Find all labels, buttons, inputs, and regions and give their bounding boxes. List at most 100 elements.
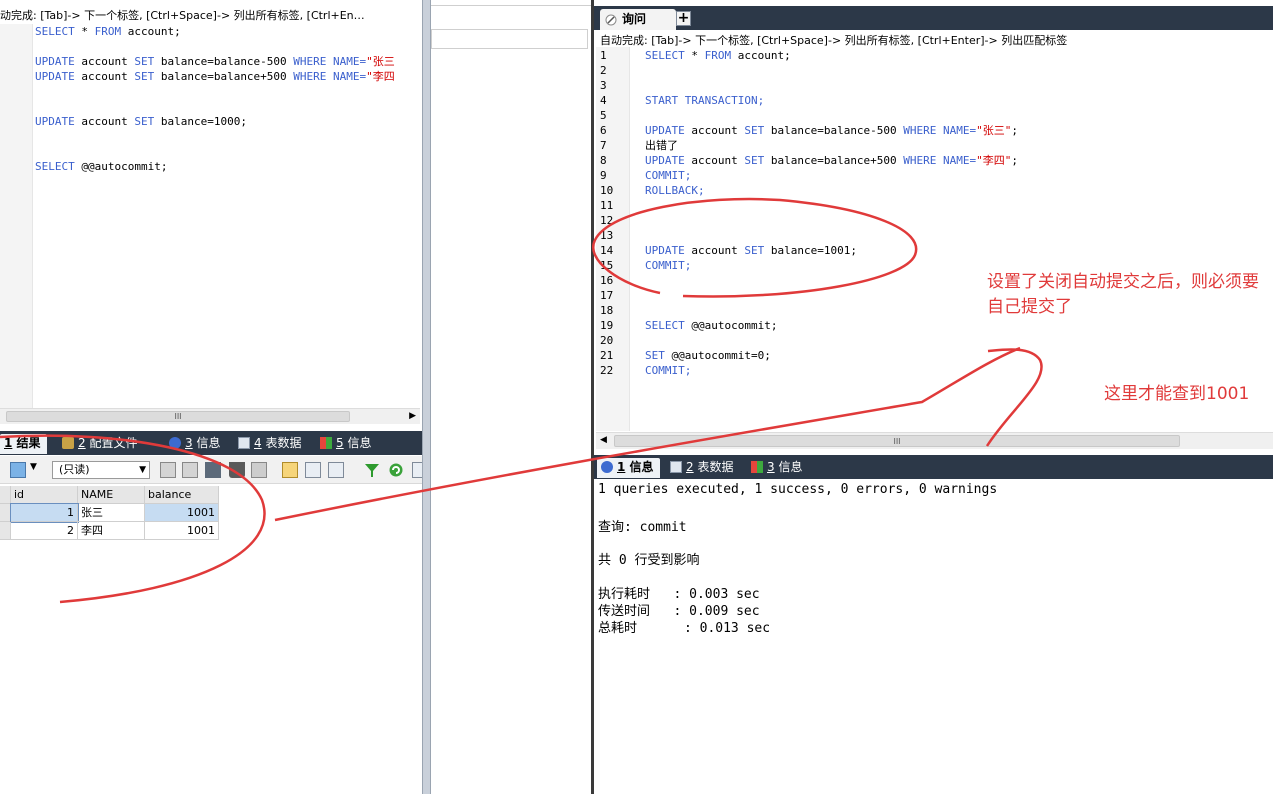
- line-number: 21: [600, 349, 614, 362]
- left-sql-editor[interactable]: SELECT * FROM account; UPDATE account SE…: [35, 24, 420, 408]
- code-token: START TRANSACTION;: [645, 94, 765, 107]
- column-header[interactable]: id: [11, 486, 78, 504]
- table-row[interactable]: 1 张三 1001: [0, 503, 220, 523]
- code-line: START TRANSACTION;: [645, 93, 1265, 108]
- code-token: balance=balance-500: [770, 124, 904, 137]
- code-token: ;: [1011, 154, 1019, 167]
- code-token: UPDATE: [35, 115, 82, 128]
- info5-tab-label: 信息: [343, 436, 372, 450]
- table-cell[interactable]: 1: [10, 503, 79, 523]
- profile-tab-label: 配置文件: [85, 436, 138, 450]
- left-autocomplete-hint: 动完成: [Tab]-> 下一个标签, [Ctrl+Space]-> 列出所有标…: [0, 7, 422, 23]
- left-horizontal-scrollbar[interactable]: III ▶: [0, 408, 420, 424]
- line-number: 13: [600, 229, 614, 242]
- code-line: UPDATE account SET balance=balance-500 W…: [35, 54, 420, 69]
- info5-tab-num: 5: [336, 436, 344, 450]
- table-cell[interactable]: 2: [11, 522, 78, 540]
- code-line: SET @@autocommit=0;: [645, 348, 1265, 363]
- info-icon: [601, 461, 613, 473]
- table-header-row: id NAME balance: [0, 486, 220, 504]
- code-line: UPDATE account SET balance=balance+500 W…: [645, 153, 1265, 168]
- result-tab-label: 结果: [12, 436, 41, 450]
- row-selector[interactable]: [0, 504, 11, 522]
- code-line: UPDATE account SET balance=1000;: [35, 114, 420, 129]
- code-token: account: [81, 115, 135, 128]
- line-number: 1: [600, 49, 607, 62]
- table-cell[interactable]: 1001: [145, 504, 219, 522]
- right-horizontal-scrollbar[interactable]: ◀ III: [596, 432, 1273, 449]
- code-token: account: [81, 55, 135, 68]
- left-result-tabs: 1 结果 2 配置文件 3 信息 4 表数据 5 信息: [0, 431, 422, 455]
- line-number: 12: [600, 214, 614, 227]
- line-numbers: 1 2 3 4 5 6 7 8 9 10 11 12 13 14 15 16 17 18 19 20 21 22: [596, 48, 630, 378]
- code-token: SET: [744, 244, 771, 257]
- code-token: @@autocommit;: [81, 160, 168, 173]
- line-number: 2: [600, 64, 607, 77]
- export-icon[interactable]: [10, 462, 26, 478]
- row-selector[interactable]: [0, 486, 11, 504]
- text-view-icon[interactable]: [328, 462, 344, 478]
- tab-profile[interactable]: 2 配置文件: [58, 434, 143, 454]
- grid-view-icon[interactable]: [282, 462, 298, 478]
- filter-icon[interactable]: [364, 462, 380, 478]
- code-token: SET: [744, 124, 771, 137]
- table-cell[interactable]: 张三: [78, 504, 145, 522]
- tab-table-data[interactable]: 4 表数据: [234, 434, 307, 454]
- column-header[interactable]: balance: [145, 486, 219, 504]
- code-token: UPDATE: [35, 55, 82, 68]
- code-line: SELECT * FROM account;: [645, 48, 1265, 63]
- code-token: WHERE: [903, 154, 944, 167]
- code-token: UPDATE: [645, 154, 692, 167]
- tab-table-data[interactable]: 2 表数据: [666, 458, 739, 478]
- scroll-right-arrow-icon[interactable]: ▶: [409, 411, 416, 421]
- line-number: 3: [600, 79, 607, 92]
- tab-info-1[interactable]: 1 信息: [597, 458, 660, 478]
- code-line: SELECT @@autocommit;: [35, 159, 420, 174]
- table-row[interactable]: 2 李四 1001: [0, 522, 220, 540]
- info1-tab-label: 信息: [625, 460, 654, 474]
- line-number: 15: [600, 259, 614, 272]
- query-tab-bar: [594, 6, 1273, 30]
- refresh-icon[interactable]: [388, 462, 404, 478]
- add-tab-button[interactable]: +: [676, 11, 691, 26]
- scrollbar-thumb[interactable]: III: [6, 411, 350, 422]
- scrollbar-thumb[interactable]: III: [614, 435, 1180, 447]
- right-sql-editor[interactable]: SELECT * FROM account; START TRANSACTION…: [645, 48, 1265, 378]
- middle-filter-input[interactable]: [431, 29, 588, 49]
- table-cell[interactable]: 1001: [145, 522, 219, 540]
- code-token: "张三: [366, 55, 395, 68]
- code-token: *: [691, 49, 705, 62]
- scroll-left-arrow-icon[interactable]: ◀: [600, 435, 607, 445]
- copy-row-icon[interactable]: [160, 462, 176, 478]
- code-token: SET: [645, 349, 672, 362]
- readonly-select[interactable]: (只读) ▼: [52, 461, 150, 479]
- readonly-select-value: (只读): [59, 463, 90, 476]
- discard-icon[interactable]: [251, 462, 267, 478]
- form-view-icon[interactable]: [305, 462, 321, 478]
- code-token: @@autocommit;: [691, 319, 778, 332]
- pane-splitter[interactable]: [422, 0, 431, 794]
- code-token: "李四: [366, 70, 395, 83]
- code-token: SELECT: [35, 160, 82, 173]
- code-token: UPDATE: [35, 70, 82, 83]
- tab-info-3[interactable]: 3 信息: [165, 434, 226, 454]
- tab-result[interactable]: 1 结果: [0, 434, 47, 454]
- table-cell[interactable]: 李四: [78, 522, 145, 540]
- tab-query[interactable]: 询问: [600, 9, 676, 30]
- line-number: 17: [600, 289, 614, 302]
- delete-icon[interactable]: [229, 462, 245, 478]
- save-icon[interactable]: [205, 462, 221, 478]
- code-token: account;: [737, 49, 791, 62]
- tab-info-3[interactable]: 3 信息: [747, 458, 808, 478]
- query-tab-label: 询问: [622, 12, 647, 26]
- dropdown-arrow-icon[interactable]: ▼: [30, 462, 37, 472]
- line-number: 11: [600, 199, 614, 212]
- info-tab-num: 3: [185, 436, 193, 450]
- paste-icon[interactable]: [182, 462, 198, 478]
- row-selector[interactable]: [0, 522, 11, 540]
- column-header[interactable]: NAME: [78, 486, 145, 504]
- tab-info-5[interactable]: 5 信息: [316, 434, 377, 454]
- line-number: 20: [600, 334, 614, 347]
- code-token: account;: [127, 25, 181, 38]
